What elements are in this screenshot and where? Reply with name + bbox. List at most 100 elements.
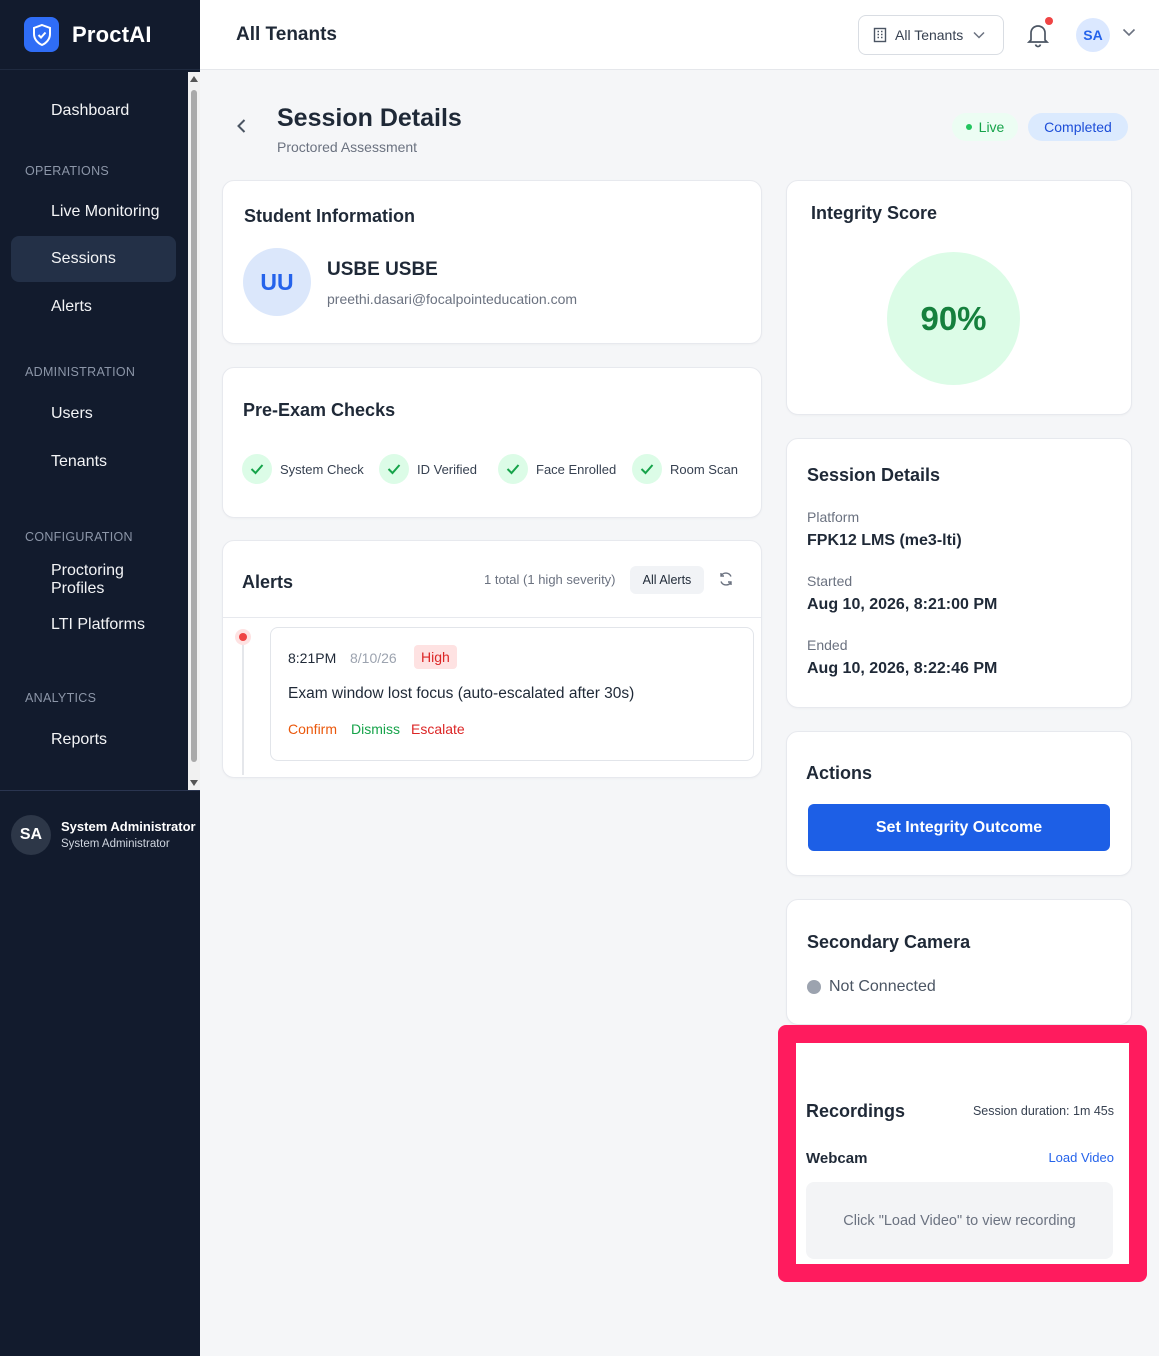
sidebar-user[interactable]: SA System Administrator System Administr…: [0, 790, 200, 878]
user-info: System Administrator System Administrato…: [61, 819, 196, 850]
check-label: System Check: [280, 461, 364, 477]
scroll-down-arrow-icon[interactable]: [190, 780, 198, 786]
check-id: ID Verified: [379, 454, 477, 484]
integrity-score-card: Integrity Score 90%: [786, 180, 1132, 415]
sidebar-section-administration: ADMINISTRATION: [25, 365, 136, 379]
page-title: Session Details: [277, 104, 462, 132]
sidebar-section-analytics: ANALYTICS: [25, 691, 97, 705]
integrity-score-value: 90%: [887, 252, 1020, 385]
card-title: Alerts: [242, 572, 294, 592]
bell-icon[interactable]: [1026, 22, 1050, 48]
brand-name: ProctAI: [72, 21, 152, 47]
sidebar-item-tenants[interactable]: Tenants: [11, 439, 176, 485]
chevron-down-icon[interactable]: [1122, 28, 1136, 37]
recordings-highlight: Recordings Session duration: 1m 45s Webc…: [778, 1025, 1147, 1282]
card-title: Session Details: [807, 465, 941, 485]
student-email: preethi.dasari@focalpointeducation.com: [327, 291, 578, 307]
alert-message: Exam window lost focus (auto-escalated a…: [288, 685, 635, 702]
escalate-button[interactable]: Escalate: [411, 721, 465, 737]
webcam-label: Webcam: [806, 1150, 868, 1167]
sidebar-section-operations: OPERATIONS: [25, 164, 110, 178]
refresh-icon[interactable]: [718, 571, 734, 587]
session-details-card: Session Details Platform FPK12 LMS (me3-…: [786, 438, 1132, 708]
badge-live-label: Live: [978, 119, 1005, 135]
check-icon: [498, 454, 528, 484]
sidebar-item-dashboard[interactable]: Dashboard: [11, 88, 176, 134]
avatar: SA: [11, 814, 51, 855]
card-title: Pre-Exam Checks: [243, 400, 396, 420]
status-badge-live: Live: [952, 113, 1018, 141]
avatar: UU: [243, 248, 311, 316]
header-title: All Tenants: [236, 24, 337, 45]
card-title: Integrity Score: [811, 203, 938, 223]
recordings-card: Recordings Session duration: 1m 45s Webc…: [796, 1043, 1129, 1264]
platform-label: Platform: [807, 509, 860, 525]
dismiss-button[interactable]: Dismiss: [351, 721, 400, 737]
started-value: Aug 10, 2026, 8:21:00 PM: [807, 596, 998, 613]
sidebar-scrollbar[interactable]: [188, 72, 200, 790]
card-title: Secondary Camera: [807, 932, 971, 952]
alert-time: 8:21PM: [288, 650, 337, 666]
alert-date: 8/10/26: [350, 650, 397, 666]
severity-badge: High: [414, 645, 457, 669]
camera-status: Not Connected: [807, 978, 936, 996]
check-room: Room Scan: [632, 454, 738, 484]
sidebar-item-proctoring-profiles[interactable]: Proctoring Profiles: [11, 557, 176, 603]
actions-card: Actions Set Integrity Outcome: [786, 731, 1132, 876]
check-icon: [242, 454, 272, 484]
timeline-line: [242, 637, 244, 775]
started-label: Started: [807, 573, 853, 589]
status-badge-completed: Completed: [1028, 113, 1128, 141]
ended-label: Ended: [807, 637, 848, 653]
check-icon: [379, 454, 409, 484]
session-duration: Session duration: 1m 45s: [972, 1104, 1114, 1118]
sidebar-nav: Dashboard OPERATIONS Live Monitoring Ses…: [0, 72, 188, 790]
alerts-filter-button[interactable]: All Alerts: [630, 566, 704, 594]
sidebar-item-alerts[interactable]: Alerts: [11, 284, 176, 330]
recording-placeholder: Click "Load Video" to view recording: [806, 1182, 1113, 1259]
platform-value: FPK12 LMS (me3-lti): [807, 532, 962, 549]
pre-exam-checks-card: Pre-Exam Checks System Check ID Verified…: [222, 367, 762, 518]
brand[interactable]: ProctAI: [0, 0, 200, 70]
check-system: System Check: [242, 454, 364, 484]
check-label: Room Scan: [670, 461, 738, 477]
shield-logo-icon: [24, 17, 59, 52]
top-bar: All Tenants All Tenants SA: [200, 0, 1159, 70]
status-dot-icon: [807, 980, 821, 994]
scroll-up-arrow-icon[interactable]: [190, 76, 198, 82]
student-info-card: Student Information UU USBE USBE preethi…: [222, 180, 762, 344]
ended-value: Aug 10, 2026, 8:22:46 PM: [807, 660, 998, 677]
set-integrity-outcome-button[interactable]: Set Integrity Outcome: [808, 804, 1110, 851]
scrollbar-thumb[interactable]: [191, 90, 197, 762]
camera-status-label: Not Connected: [829, 978, 936, 995]
student-name: USBE USBE: [327, 259, 438, 280]
tenant-select[interactable]: All Tenants: [858, 15, 1004, 55]
confirm-button[interactable]: Confirm: [288, 721, 337, 737]
tenant-select-label: All Tenants: [895, 27, 964, 43]
live-dot-icon: [965, 124, 972, 130]
alert-item: 8:21PM 8/10/26 High Exam window lost foc…: [270, 627, 754, 761]
check-label: ID Verified: [417, 461, 477, 477]
card-title: Recordings: [806, 1101, 906, 1121]
sidebar-item-users[interactable]: Users: [11, 391, 176, 437]
sidebar-item-sessions[interactable]: Sessions: [11, 236, 176, 282]
load-video-link[interactable]: Load Video: [1048, 1150, 1114, 1165]
alerts-summary: 1 total (1 high severity): [484, 572, 616, 587]
check-face: Face Enrolled: [498, 454, 616, 484]
card-title: Student Information: [244, 206, 415, 226]
secondary-camera-card: Secondary Camera Not Connected: [786, 899, 1132, 1025]
sidebar-section-configuration: CONFIGURATION: [25, 530, 133, 544]
user-name: System Administrator: [61, 819, 196, 834]
sidebar-item-reports[interactable]: Reports: [11, 717, 176, 763]
building-icon: [873, 27, 887, 43]
check-icon: [632, 454, 662, 484]
alerts-card: Alerts 1 total (1 high severity) All Ale…: [222, 540, 762, 778]
notification-dot: [1045, 17, 1053, 25]
sidebar-item-lti-platforms[interactable]: LTI Platforms: [11, 602, 176, 648]
user-role: System Administrator: [61, 838, 170, 850]
sidebar-item-live-monitoring[interactable]: Live Monitoring: [11, 189, 176, 235]
avatar[interactable]: SA: [1076, 18, 1110, 52]
divider: [223, 617, 761, 618]
back-arrow-icon[interactable]: [233, 116, 251, 136]
check-label: Face Enrolled: [536, 461, 617, 477]
